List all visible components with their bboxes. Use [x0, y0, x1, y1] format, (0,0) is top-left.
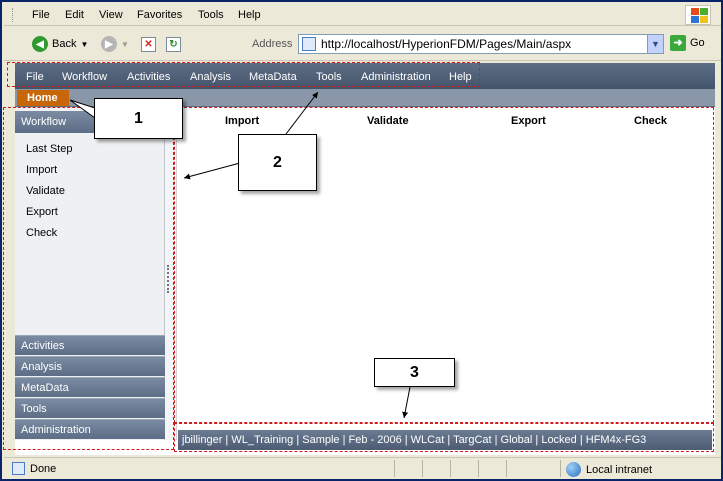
callout-1-pointer	[69, 99, 96, 119]
callout-1: 1	[94, 98, 183, 139]
callout-2: 2	[238, 134, 317, 191]
callout-3: 3	[374, 358, 455, 387]
